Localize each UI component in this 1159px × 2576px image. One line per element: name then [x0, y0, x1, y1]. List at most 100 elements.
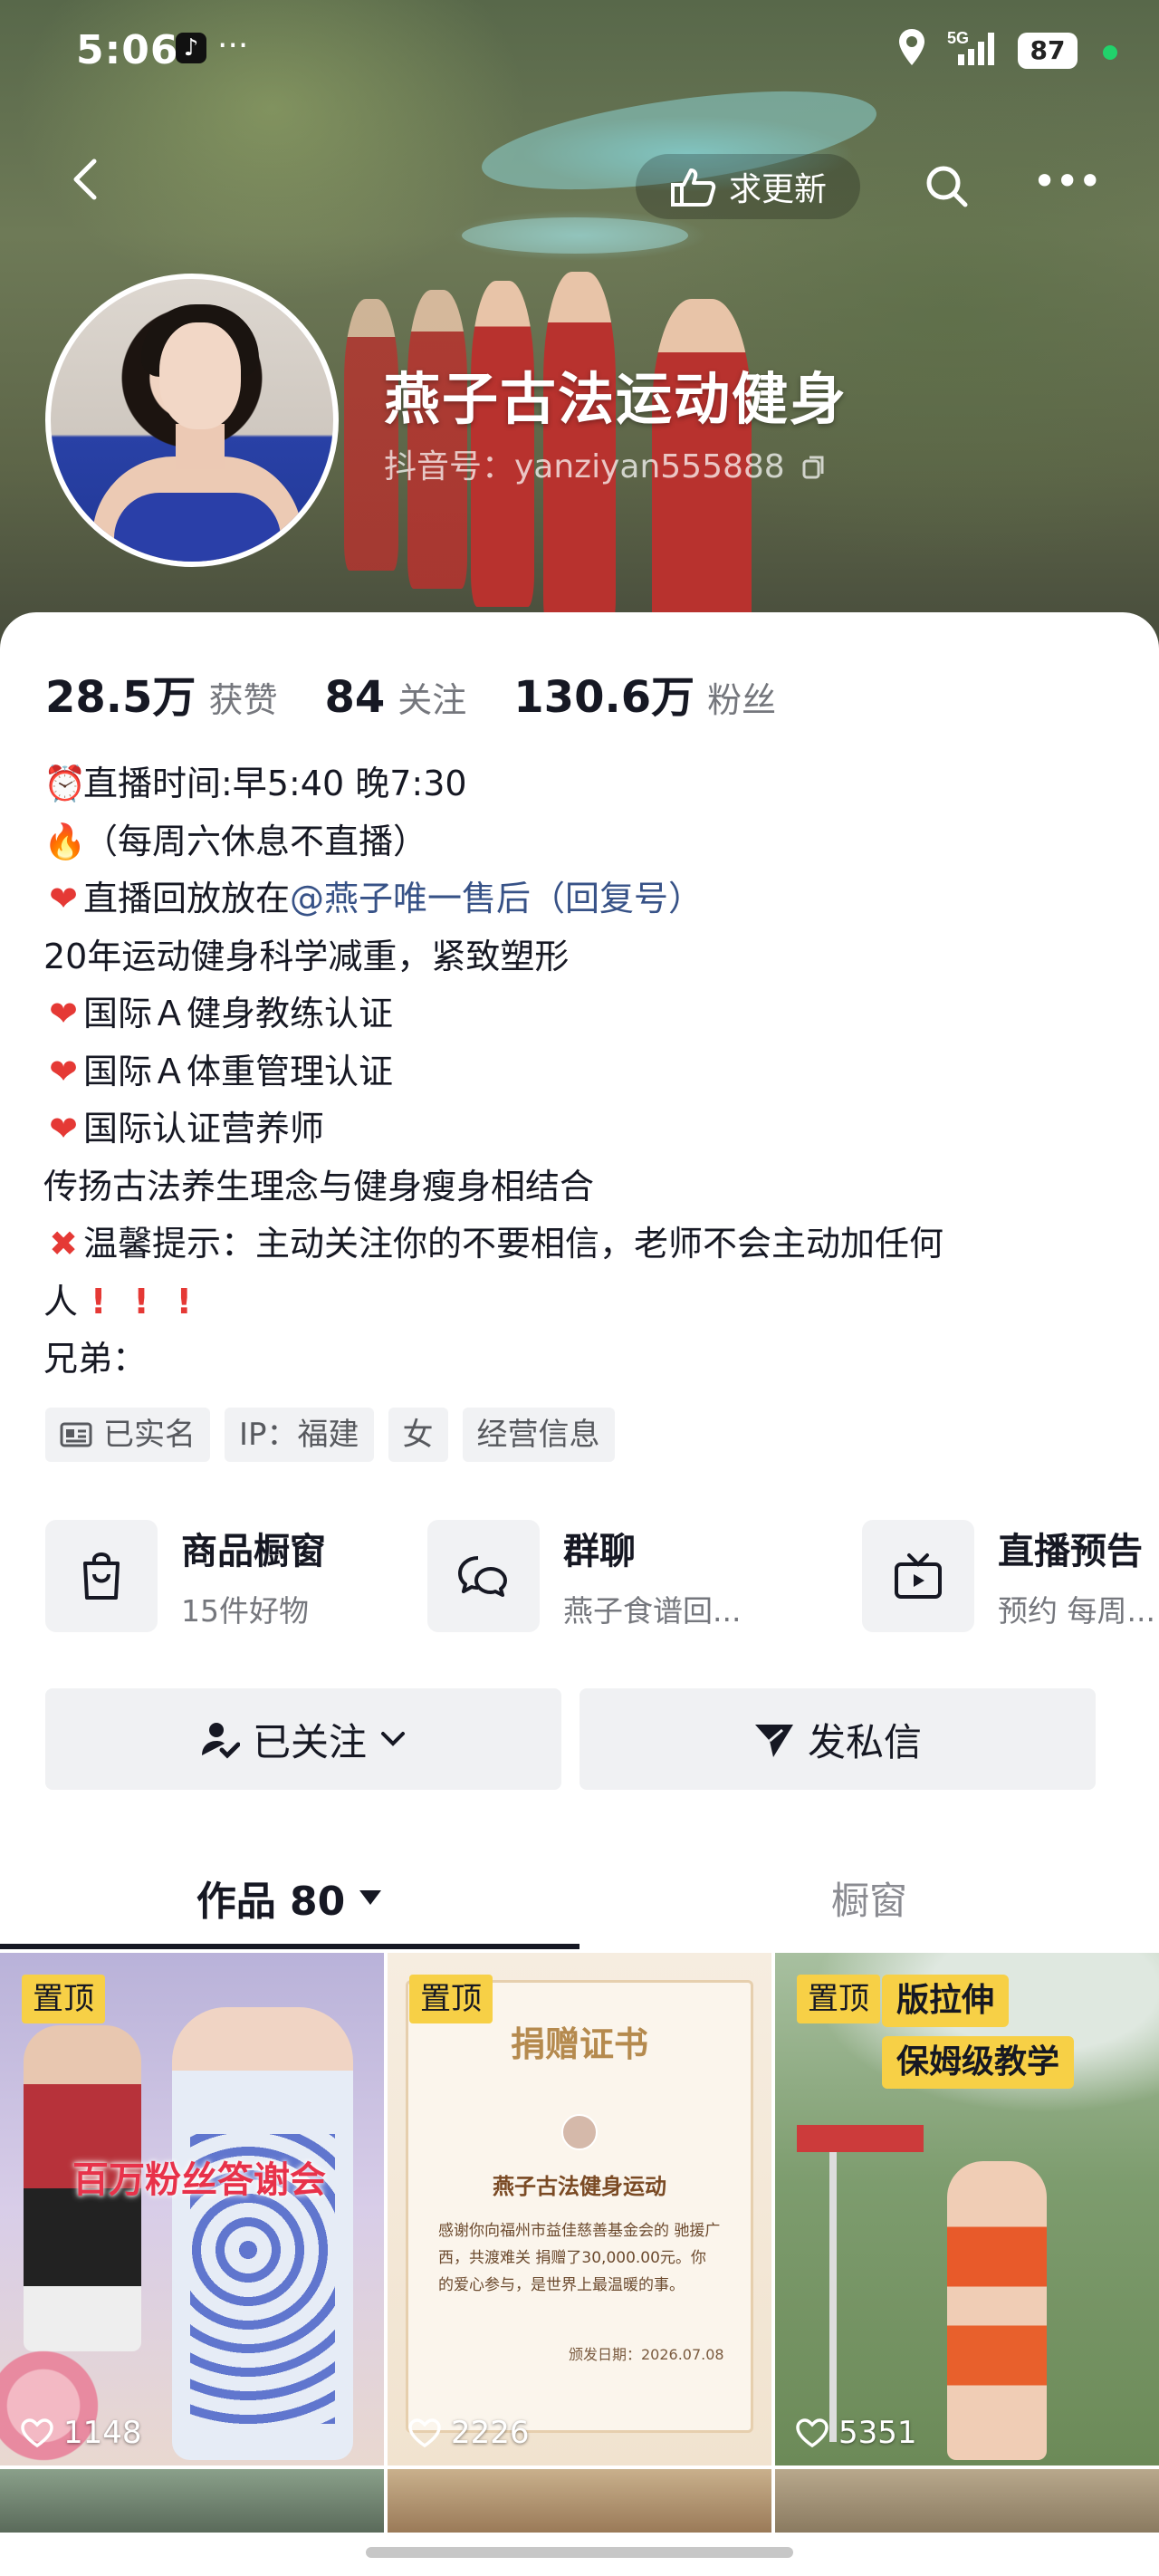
douyin-id-text: 抖音号：yanziyan555888	[384, 448, 785, 485]
user-check-icon	[201, 1723, 240, 1759]
following-count[interactable]: 84	[324, 672, 385, 723]
tag-verified[interactable]: 已实名	[45, 1408, 210, 1462]
tag-label: 已实名	[103, 1417, 196, 1453]
profile-name: 燕子古法运动健身	[384, 366, 848, 432]
heart-icon: ❤	[49, 879, 78, 918]
fire-icon: 🔥	[43, 821, 87, 861]
bio-line: 传扬古法养生理念与健身瘦身相结合	[43, 1166, 595, 1206]
video-likes: 5351	[795, 2415, 917, 2451]
service-subtitle: 15件好物	[181, 1593, 309, 1629]
bio-line: 国际Ａ体重管理认证	[83, 1051, 394, 1091]
tag-label: 经营信息	[476, 1417, 600, 1453]
tab-shop-label: 橱窗	[830, 1878, 907, 1923]
video-likes: 1148	[20, 2415, 142, 2451]
video-thumbnail[interactable]: 版拉伸 保姆级教学 置顶 5351	[775, 1953, 1159, 2465]
service-shop-window[interactable]: 商品橱窗 15件好物	[45, 1520, 326, 1632]
certificate-body: 感谢你向福州市益佳慈善基金会的 驰援广西，共渡难关 捐赠了30,000.00元。…	[438, 2222, 721, 2294]
signal-icon: 5G	[945, 27, 1003, 67]
camera-indicator	[1103, 45, 1117, 60]
service-subtitle: 预约 每周...	[998, 1593, 1155, 1629]
video-overlay-text: 百万粉丝答谢会	[72, 2159, 326, 2201]
tab-works[interactable]: 作品 80	[0, 1848, 580, 1947]
copy-icon	[802, 456, 824, 479]
certificate-org: 燕子古法健身运动	[493, 2174, 666, 2199]
certificate-title: 捐赠证书	[510, 2024, 648, 2064]
back-button[interactable]	[60, 152, 114, 207]
active-tab-indicator	[0, 1944, 580, 1949]
video-overlay-text: 版拉伸	[882, 1975, 1010, 2027]
paper-plane-icon	[754, 1725, 793, 1757]
bio-line: 兄弟：	[43, 1339, 148, 1379]
bio-line: 20年运动健身科学减重，紧致塑形	[43, 936, 570, 976]
service-title: 群聊	[563, 1531, 636, 1572]
tag-label: IP：福建	[239, 1417, 359, 1453]
followed-button[interactable]: 已关注	[45, 1688, 561, 1790]
bio-line: （每周六休息不直播）	[83, 821, 428, 861]
pinned-badge: 置顶	[22, 1975, 105, 2023]
stats-row: 28.5万 获赞 84 关注 130.6万 粉丝	[45, 661, 823, 725]
exclamation-icons: !!!	[91, 1281, 220, 1322]
tag-ip: IP：福建	[225, 1408, 374, 1462]
service-subtitle: 燕子食谱回...	[563, 1593, 742, 1629]
send-message-label: 发私信	[807, 1719, 922, 1764]
video-likes: 2226	[407, 2415, 530, 2451]
caret-down-icon	[359, 1890, 382, 1905]
followers-label[interactable]: 粉丝	[707, 672, 776, 722]
battery-level: 87	[1018, 33, 1078, 69]
tag-label: 女	[402, 1417, 434, 1453]
video-thumbnail[interactable]	[388, 2469, 771, 2533]
chat-bubbles-icon	[427, 1520, 540, 1632]
video-thumbnail[interactable]	[0, 2469, 384, 2533]
status-time: 5:06	[76, 27, 179, 73]
video-overlay-text: 保姆级教学	[882, 2036, 1075, 2089]
likes-count-text: 2226	[451, 2415, 530, 2451]
bio-mention-link[interactable]: @燕子唯一售后（回复号）	[290, 879, 703, 918]
id-card-icon	[60, 1422, 92, 1447]
service-group-chat[interactable]: 群聊燕子食谱回...	[427, 1520, 741, 1632]
likes-label: 获赞	[208, 680, 278, 720]
send-message-button[interactable]: 发私信	[580, 1688, 1096, 1790]
likes-count-text: 5351	[838, 2415, 917, 2451]
followed-label: 已关注	[252, 1719, 367, 1764]
hand-point-icon	[670, 168, 716, 207]
bio-line: 国际认证营养师	[83, 1109, 325, 1149]
bio-line: 直播时间:早5:40 晚7:30	[83, 764, 467, 803]
video-thumbnail[interactable]: 百万粉丝答谢会 置顶 1148	[0, 1953, 384, 2465]
following-label[interactable]: 关注	[398, 672, 466, 722]
location-icon	[896, 27, 927, 76]
bio-line: 国际Ａ健身教练认证	[83, 994, 394, 1033]
search-button[interactable]	[915, 154, 980, 219]
douyin-id[interactable]: 抖音号：yanziyan555888	[384, 440, 828, 487]
more-horizontal-icon: •••	[1032, 157, 1102, 206]
profile-tags: 已实名 IP：福建 女 经营信息	[45, 1408, 615, 1462]
followers-count[interactable]: 130.6万	[513, 661, 694, 725]
likes-count-text: 1148	[63, 2415, 142, 2451]
tab-shop-window[interactable]: 橱窗	[580, 1848, 1159, 1947]
chevron-left-icon	[73, 159, 97, 200]
more-dots-icon: ···	[217, 27, 249, 64]
service-title: 商品橱窗	[181, 1531, 326, 1572]
video-thumbnail[interactable]	[775, 2469, 1159, 2533]
tab-works-label: 作品 80	[196, 1879, 346, 1925]
heart-outline-icon	[21, 2418, 53, 2448]
service-title: 直播预告	[998, 1531, 1143, 1572]
bio-line: 直播回放放在	[83, 879, 291, 918]
network-label: 5G	[947, 29, 969, 47]
request-update-label: 求更新	[728, 171, 827, 208]
video-thumbnail[interactable]: 捐赠证书 燕子古法健身运动 感谢你向福州市益佳慈善基金会的 驰援广西，共渡难关 …	[388, 1953, 771, 2465]
pinned-badge: 置顶	[409, 1975, 493, 2023]
service-live-preview[interactable]: 直播预告预约 每周...	[862, 1520, 1155, 1632]
heart-outline-icon	[408, 2418, 441, 2448]
shopping-bag-icon	[45, 1520, 158, 1632]
certificate-date: 颁发日期：2026.07.08	[569, 2346, 724, 2363]
bio: ⏰直播时间:早5:40 晚7:30 🔥（每周六休息不直播） ❤ 直播回放放在@燕子…	[43, 755, 1121, 1389]
request-update-button[interactable]: 求更新	[636, 154, 860, 219]
avatar[interactable]	[45, 274, 339, 567]
more-menu-button[interactable]: •••	[1032, 154, 1102, 219]
likes-count: 28.5万	[45, 672, 196, 723]
heart-icon: ❤	[49, 1109, 78, 1149]
tv-icon	[862, 1520, 974, 1632]
heart-icon: ❤	[49, 994, 78, 1033]
tag-business-info[interactable]: 经营信息	[462, 1408, 615, 1462]
heart-icon: ❤	[49, 1051, 78, 1091]
